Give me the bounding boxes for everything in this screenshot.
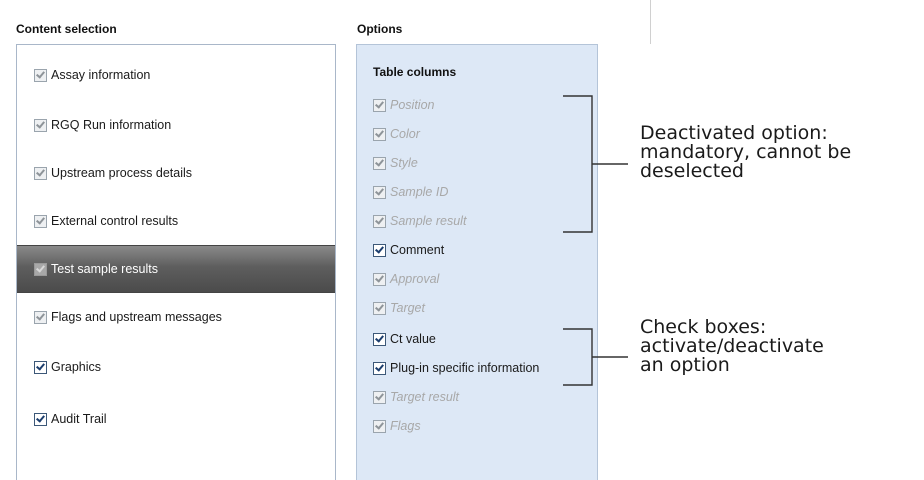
content-item-test-sample-results[interactable]: Test sample results (17, 245, 335, 293)
checkbox-disabled-checked (373, 156, 386, 170)
content-selection-panel: Assay information RGQ Run information Up… (16, 44, 336, 480)
checkbox-disabled-checked (373, 214, 386, 228)
option-label: Flags (390, 419, 421, 433)
content-item-label: Audit Trail (51, 412, 107, 426)
checkbox-disabled-checked (34, 166, 47, 180)
option-target: Target (373, 299, 425, 317)
option-sample-result: Sample result (373, 212, 466, 230)
option-flags: Flags (373, 417, 421, 435)
option-label: Color (390, 127, 420, 141)
option-label: Ct value (390, 332, 436, 346)
checkbox-checked[interactable] (373, 243, 386, 257)
checkbox-disabled-checked (34, 262, 47, 276)
checkbox-disabled-checked (34, 310, 47, 324)
checkbox-disabled-checked (373, 185, 386, 199)
checkbox-disabled-checked (373, 98, 386, 112)
option-label: Sample result (390, 214, 467, 228)
option-target-result: Target result (373, 388, 459, 406)
content-item-rgq-run-information[interactable]: RGQ Run information (17, 105, 335, 145)
option-label: Comment (390, 243, 445, 257)
content-item-audit-trail[interactable]: Audit Trail (17, 399, 335, 439)
options-heading: Options (357, 22, 403, 36)
content-selection-heading: Content selection (16, 22, 117, 36)
content-item-label: External control results (51, 214, 179, 228)
checkbox-disabled-checked (373, 301, 386, 315)
checkbox-checked[interactable] (373, 332, 386, 346)
content-item-label: Assay information (51, 68, 151, 82)
checkbox-checked[interactable] (34, 412, 47, 426)
option-ct-value[interactable]: Ct value (373, 330, 436, 348)
option-style: Style (373, 154, 418, 172)
content-item-label: Flags and upstream messages (51, 310, 222, 324)
content-item-label: Test sample results (51, 262, 158, 276)
checkbox-disabled-checked (34, 68, 47, 82)
checkbox-disabled-checked (34, 118, 47, 132)
option-sample-id: Sample ID (373, 183, 448, 201)
checkbox-disabled-checked (34, 214, 47, 228)
option-label: Sample ID (390, 185, 449, 199)
checkbox-checked[interactable] (373, 361, 386, 375)
options-panel: Table columns Position Color Style Sampl… (356, 44, 598, 480)
checkbox-checked[interactable] (34, 360, 47, 374)
option-color: Color (373, 125, 420, 143)
annotation-check-boxes: Check boxes: activate/deactivate an opti… (640, 316, 824, 376)
option-plug-in-specific-information[interactable]: Plug-in specific information (373, 359, 539, 377)
content-item-label: RGQ Run information (51, 118, 172, 132)
checkbox-disabled-checked (373, 390, 386, 404)
option-label: Target result (390, 390, 460, 404)
content-item-label: Upstream process details (51, 166, 193, 180)
option-comment[interactable]: Comment (373, 241, 444, 259)
annotation-deactivated-option: Deactivated option: mandatory, cannot be… (640, 122, 852, 182)
checkbox-disabled-checked (373, 127, 386, 141)
option-label: Target (390, 301, 425, 315)
checkbox-disabled-checked (373, 419, 386, 433)
option-position: Position (373, 96, 434, 114)
content-item-assay-information[interactable]: Assay information (17, 55, 335, 95)
content-item-flags-and-upstream-messages[interactable]: Flags and upstream messages (17, 297, 335, 337)
table-columns-title: Table columns (373, 65, 457, 79)
content-item-external-control-results[interactable]: External control results (17, 201, 335, 241)
content-item-label: Graphics (51, 360, 102, 374)
option-label: Position (390, 98, 435, 112)
option-label: Style (390, 156, 418, 170)
content-item-upstream-process-details[interactable]: Upstream process details (17, 153, 335, 193)
option-approval: Approval (373, 270, 439, 288)
checkbox-disabled-checked (373, 272, 386, 286)
content-item-graphics[interactable]: Graphics (17, 347, 335, 387)
option-label: Approval (390, 272, 440, 286)
window-divider (650, 0, 651, 44)
option-label: Plug-in specific information (390, 361, 540, 375)
